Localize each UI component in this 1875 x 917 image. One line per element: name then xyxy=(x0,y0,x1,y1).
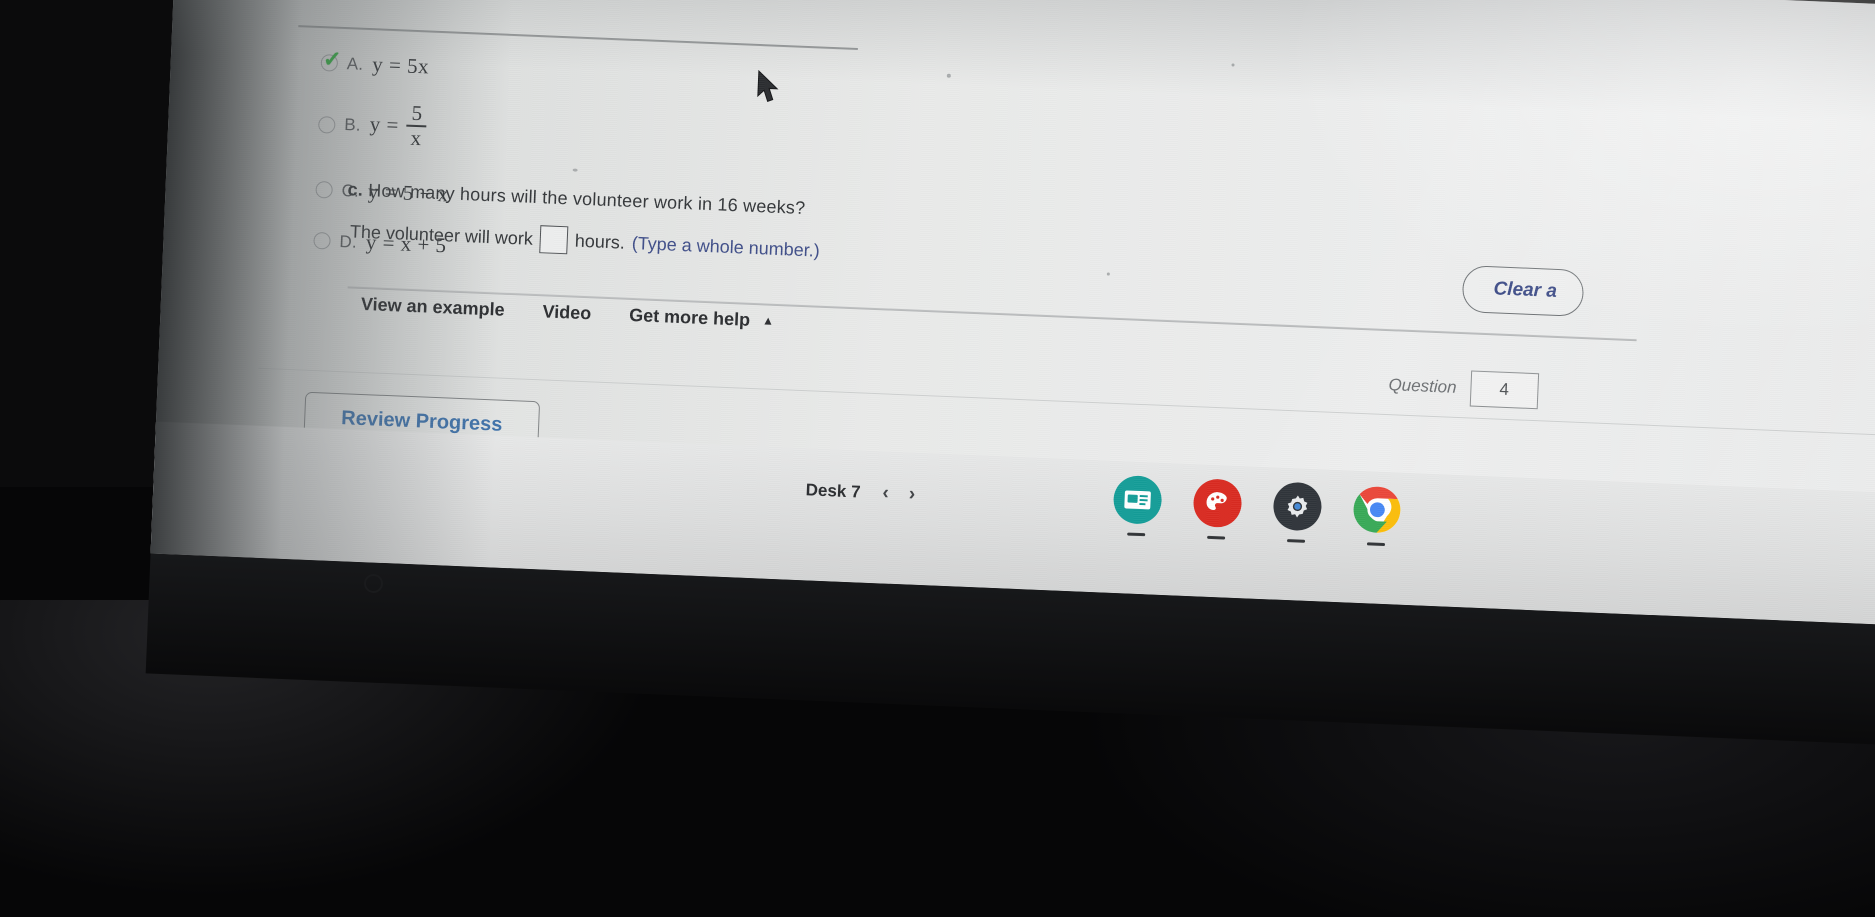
question-label: Question xyxy=(1388,375,1457,397)
multiple-choice-list: ✓ A. y = 5x B. y = 5 x C. y = 5 − x D. y… xyxy=(312,46,881,302)
homework-page: ✓ A. y = 5x B. y = 5 x C. y = 5 − x D. y… xyxy=(145,0,1875,746)
choice-letter-b: B. xyxy=(343,115,362,135)
settings-gear-icon[interactable] xyxy=(1272,481,1323,543)
video-link[interactable]: Video xyxy=(542,301,591,324)
desk-switcher[interactable]: Desk 7 ‹ › xyxy=(783,469,938,515)
radio-button-b[interactable] xyxy=(317,115,336,134)
choice-expression-b-text: y = xyxy=(369,111,400,138)
choice-letter-a: A. xyxy=(346,53,364,74)
answer-suffix-text: hours. xyxy=(574,230,626,253)
fraction-denominator: x xyxy=(410,125,423,151)
view-an-example-link[interactable]: View an example xyxy=(361,294,505,321)
photograph-of-laptop-screen: ✓ A. y = 5x B. y = 5 x C. y = 5 − x D. y… xyxy=(0,0,1875,917)
gear-glyph xyxy=(1287,495,1308,518)
laptop-screen: ✓ A. y = 5x B. y = 5 x C. y = 5 − x D. y… xyxy=(145,0,1875,746)
question-indicator: Question 4 xyxy=(1388,367,1539,410)
green-check-icon: ✓ xyxy=(322,46,342,72)
palette-app-icon[interactable] xyxy=(1192,478,1243,540)
shelf-app-icons xyxy=(1112,474,1403,547)
news-glyph xyxy=(1124,490,1151,510)
radio-button-d[interactable] xyxy=(313,231,331,250)
desk-name-label: Desk 7 xyxy=(805,480,861,502)
app-active-indicator xyxy=(1127,532,1146,537)
desk-nav-arrows: ‹ › xyxy=(882,482,915,506)
chevron-up-icon: ▲ xyxy=(761,313,775,328)
radio-button-c[interactable] xyxy=(315,180,333,199)
answer-prefix-text: The volunteer will work xyxy=(349,220,534,249)
choice-expression-b: y = 5 x xyxy=(369,100,430,151)
screen-panel: ✓ A. y = 5x B. y = 5 x C. y = 5 − x D. y… xyxy=(145,0,1875,746)
palette-glyph xyxy=(1206,492,1227,511)
dust-speck xyxy=(1106,272,1110,276)
help-links-row: View an example Video Get more help ▲ xyxy=(361,294,775,332)
fraction-numerator: 5 xyxy=(411,100,424,126)
question-number-box[interactable]: 4 xyxy=(1469,370,1539,410)
dust-speck xyxy=(1231,63,1235,67)
answer-hint-text: (Type a whole number.) xyxy=(631,232,821,261)
answer-input-box[interactable] xyxy=(539,225,569,255)
choice-option-a[interactable]: ✓ A. y = 5x xyxy=(320,46,881,98)
mouse-cursor-icon xyxy=(757,69,779,103)
chrome-browser-icon[interactable] xyxy=(1352,485,1402,547)
news-app-icon[interactable] xyxy=(1112,474,1163,537)
top-divider xyxy=(298,25,858,51)
get-more-help-button[interactable]: Get more help ▲ xyxy=(629,305,775,332)
desk-prev-arrow-icon[interactable]: ‹ xyxy=(882,482,889,504)
fraction-five-over-x: 5 x xyxy=(406,100,428,151)
radio-button-a[interactable]: ✓ xyxy=(320,46,342,72)
app-active-indicator xyxy=(1207,535,1226,540)
clear-all-button[interactable]: Clear a xyxy=(1461,265,1585,318)
part-c-label: c. xyxy=(347,179,364,200)
app-active-indicator xyxy=(1287,539,1306,543)
chrome-glyph xyxy=(1353,486,1401,533)
desk-next-arrow-icon[interactable]: › xyxy=(908,484,915,506)
get-more-help-label: Get more help xyxy=(628,304,751,330)
app-active-indicator xyxy=(1366,542,1386,547)
dust-speck xyxy=(572,168,578,172)
choice-expression-a: y = 5x xyxy=(371,52,430,79)
choice-option-b[interactable]: B. y = 5 x xyxy=(317,101,878,170)
dust-speck xyxy=(946,73,951,78)
